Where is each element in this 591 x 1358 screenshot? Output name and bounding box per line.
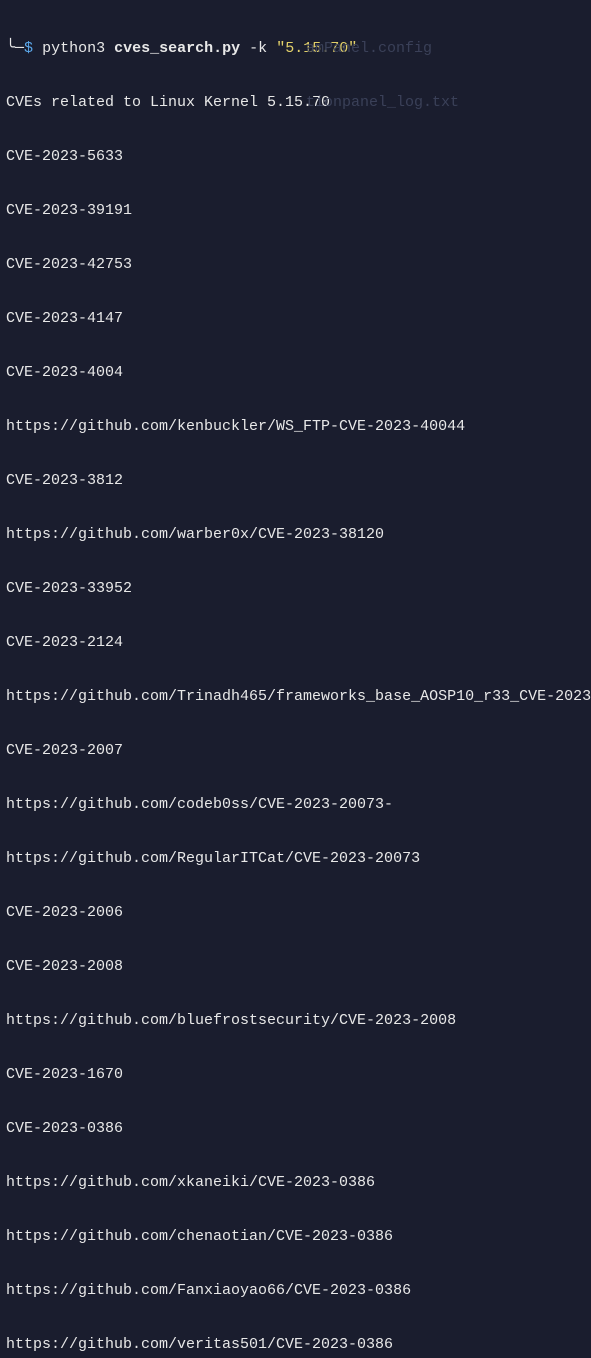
output-line: CVE-2023-5633: [6, 148, 585, 166]
output-line: https://github.com/chenaotian/CVE-2023-0…: [6, 1228, 585, 1246]
header-text: CVEs related to Linux Kernel 5.15.70: [6, 94, 330, 111]
output-line: CVE-2023-2006: [6, 904, 585, 922]
output-line: CVE-2023-0386: [6, 1120, 585, 1138]
script-name: cves_search.py: [114, 40, 240, 57]
output-line: https://github.com/veritas501/CVE-2023-0…: [6, 1336, 585, 1354]
output-line: CVE-2023-33952: [6, 580, 585, 598]
output-line: https://github.com/Trinadh465/frameworks…: [6, 688, 585, 706]
output-line: https://github.com/RegularITCat/CVE-2023…: [6, 850, 585, 868]
bg-remnant-1: amPanel.config: [306, 40, 432, 58]
bg-remnant-2: tionpanel_log.txt: [306, 94, 459, 112]
output-line: CVE-2023-2007: [6, 742, 585, 760]
prompt-corner: ╰─: [6, 40, 24, 57]
interpreter: python3: [42, 40, 105, 57]
output-line: CVE-2023-39191: [6, 202, 585, 220]
output-line: CVE-2023-1670: [6, 1066, 585, 1084]
output-line: https://github.com/Fanxiaoyao66/CVE-2023…: [6, 1282, 585, 1300]
output-line: CVE-2023-4147: [6, 310, 585, 328]
output-line: https://github.com/bluefrostsecurity/CVE…: [6, 1012, 585, 1030]
prompt-symbol: $: [24, 40, 33, 57]
output-line: CVE-2023-2124: [6, 634, 585, 652]
output-line: https://github.com/xkaneiki/CVE-2023-038…: [6, 1174, 585, 1192]
output-line: CVE-2023-3812: [6, 472, 585, 490]
terminal[interactable]: amPanel.config ╰─$ python3 cves_search.py…: [6, 4, 585, 1358]
flag: -k: [249, 40, 267, 57]
output-line: https://github.com/codeb0ss/CVE-2023-200…: [6, 796, 585, 814]
output-line: CVE-2023-4004: [6, 364, 585, 382]
prompt-line: amPanel.config ╰─$ python3 cves_search.py…: [6, 40, 585, 58]
output-line: https://github.com/kenbuckler/WS_FTP-CVE…: [6, 418, 585, 436]
output-header: tionpanel_log.txtCVEs related to Linux K…: [6, 94, 585, 112]
output-line: https://github.com/warber0x/CVE-2023-381…: [6, 526, 585, 544]
output-line: CVE-2023-42753: [6, 256, 585, 274]
output-line: CVE-2023-2008: [6, 958, 585, 976]
